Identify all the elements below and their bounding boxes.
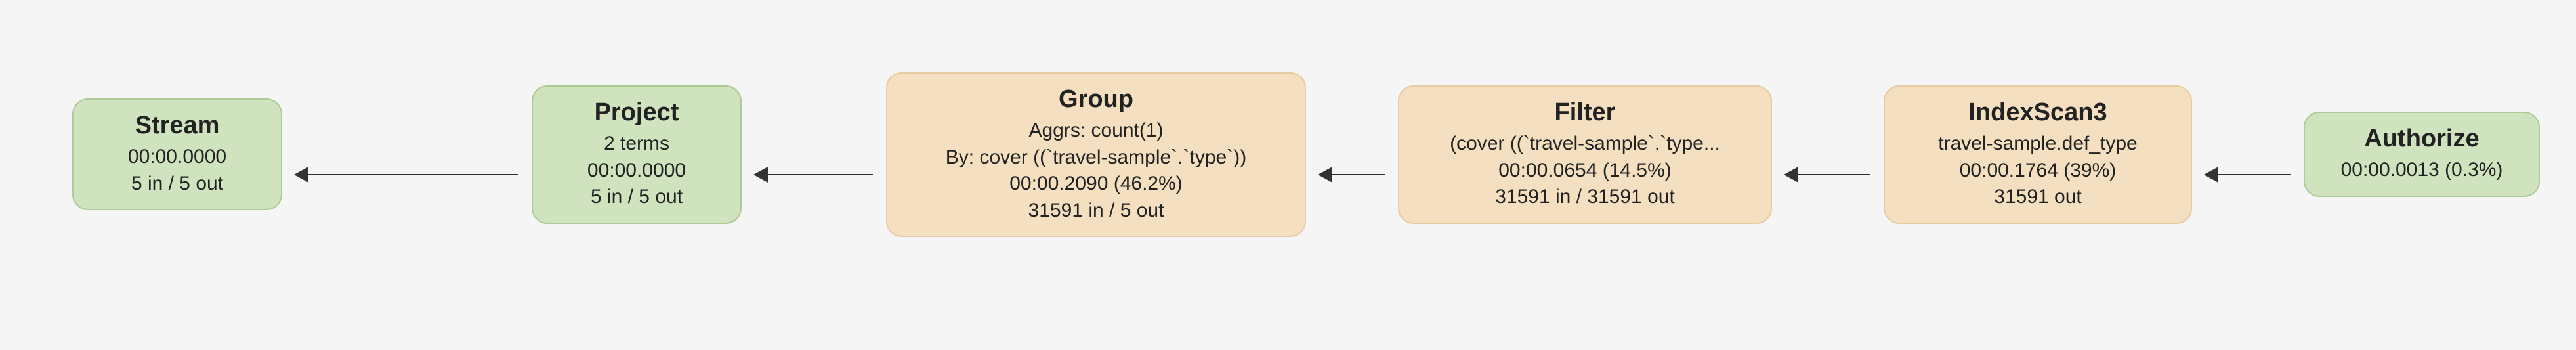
node-filter[interactable]: Filter (cover ((`travel-sample`.`type...… [1398, 85, 1772, 224]
arrow-filter-to-group [1319, 174, 1385, 175]
node-project[interactable]: Project 2 terms 00:00.0000 5 in / 5 out [532, 85, 742, 224]
node-authorize-time: 00:00.0013 (0.3%) [2323, 157, 2520, 184]
node-stream-time: 00:00.0000 [92, 144, 263, 171]
arrow-project-to-stream [295, 174, 518, 175]
node-stream[interactable]: Stream 00:00.0000 5 in / 5 out [72, 98, 282, 210]
node-project-io: 5 in / 5 out [551, 184, 722, 211]
node-authorize[interactable]: Authorize 00:00.0013 (0.3%) [2304, 112, 2540, 197]
node-project-title: Project [551, 98, 722, 127]
node-indexscan-time: 00:00.1764 (39%) [1903, 158, 2172, 185]
node-project-terms: 2 terms [551, 131, 722, 158]
node-group-time: 00:00.2090 (46.2%) [906, 171, 1286, 198]
node-filter-expr: (cover ((`travel-sample`.`type... [1418, 131, 1752, 158]
node-indexscan-idx: travel-sample.def_type [1903, 131, 2172, 158]
node-group-aggrs: Aggrs: count(1) [906, 118, 1286, 144]
query-plan-canvas: Stream 00:00.0000 5 in / 5 out Project 2… [0, 0, 2576, 350]
node-stream-title: Stream [92, 112, 263, 140]
arrow-authorize-to-indexscan [2205, 174, 2291, 175]
node-group-title: Group [906, 85, 1286, 114]
arrow-group-to-project [755, 174, 873, 175]
node-filter-time: 00:00.0654 (14.5%) [1418, 158, 1752, 185]
node-group-by: By: cover ((`travel-sample`.`type`)) [906, 144, 1286, 171]
node-indexscan-io: 31591 out [1903, 184, 2172, 211]
node-authorize-title: Authorize [2323, 125, 2520, 153]
node-group[interactable]: Group Aggrs: count(1) By: cover ((`trave… [886, 72, 1306, 237]
node-filter-io: 31591 in / 31591 out [1418, 184, 1752, 211]
node-stream-io: 5 in / 5 out [92, 171, 263, 198]
arrow-indexscan-to-filter [1785, 174, 1870, 175]
node-indexscan-title: IndexScan3 [1903, 98, 2172, 127]
node-project-time: 00:00.0000 [551, 158, 722, 185]
node-filter-title: Filter [1418, 98, 1752, 127]
node-indexscan[interactable]: IndexScan3 travel-sample.def_type 00:00.… [1884, 85, 2192, 224]
node-group-io: 31591 in / 5 out [906, 198, 1286, 225]
